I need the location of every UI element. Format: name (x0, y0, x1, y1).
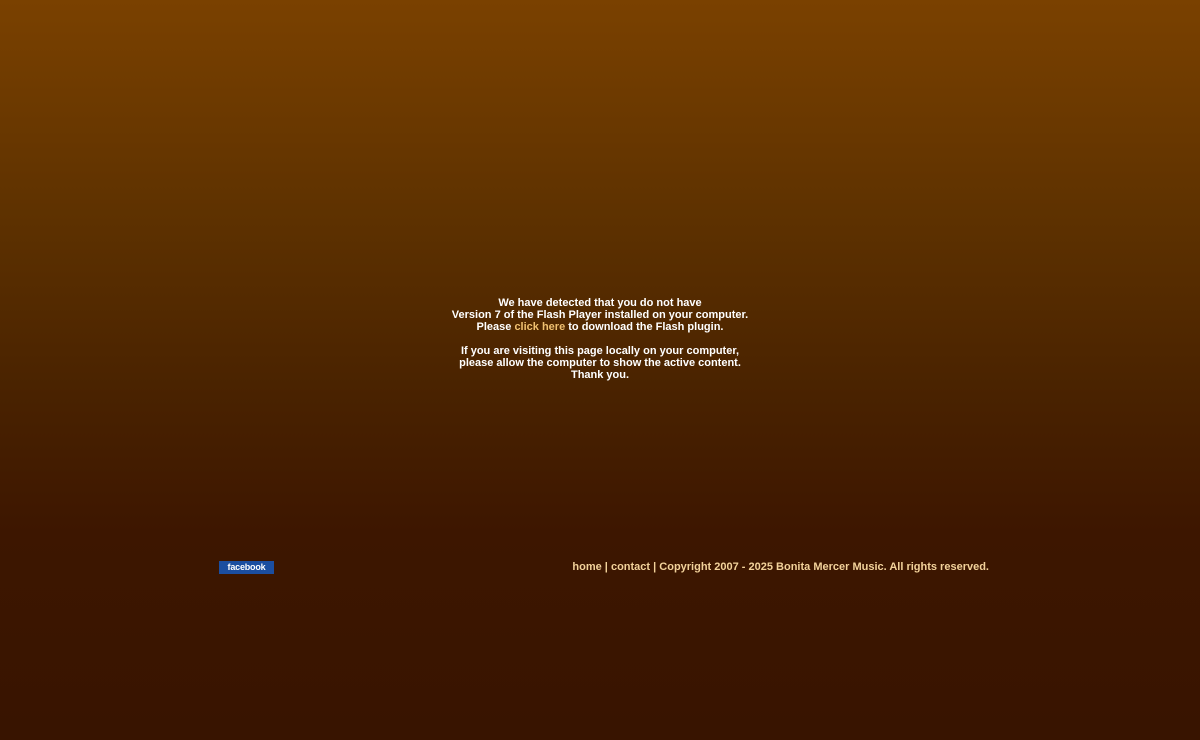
footer-copyright: Copyright 2007 - 2025 Bonita Mercer Musi… (659, 561, 989, 573)
notice-line-1: We have detected that you do not have (498, 297, 702, 309)
footer-home-link[interactable]: home (572, 561, 601, 573)
flash-notice: We have detected that you do not have Ve… (0, 297, 1200, 381)
notice-line-4: If you are visiting this page locally on… (460, 345, 740, 357)
footer-contact-link[interactable]: contact (611, 561, 650, 573)
footer-separator: | (650, 561, 660, 573)
notice-line-6: Thank you. (570, 369, 630, 381)
footer: home | contact | Copyright 2007 - 2025 B… (572, 561, 989, 574)
notice-line-5: please allow the computer to show the ac… (459, 357, 741, 369)
notice-line-3: Please click here to download the Flash … (0, 321, 1200, 333)
notice-line-2: Version 7 of the Flash Player installed … (451, 309, 749, 321)
notice-line-3-pre: Please (476, 321, 515, 333)
download-flash-link[interactable]: click here (514, 321, 565, 333)
facebook-link-button[interactable]: facebook (219, 561, 274, 574)
notice-line-3-post: to download the Flash plugin. (565, 321, 724, 333)
footer-separator: | (601, 561, 611, 573)
notice-spacer (0, 333, 1200, 345)
